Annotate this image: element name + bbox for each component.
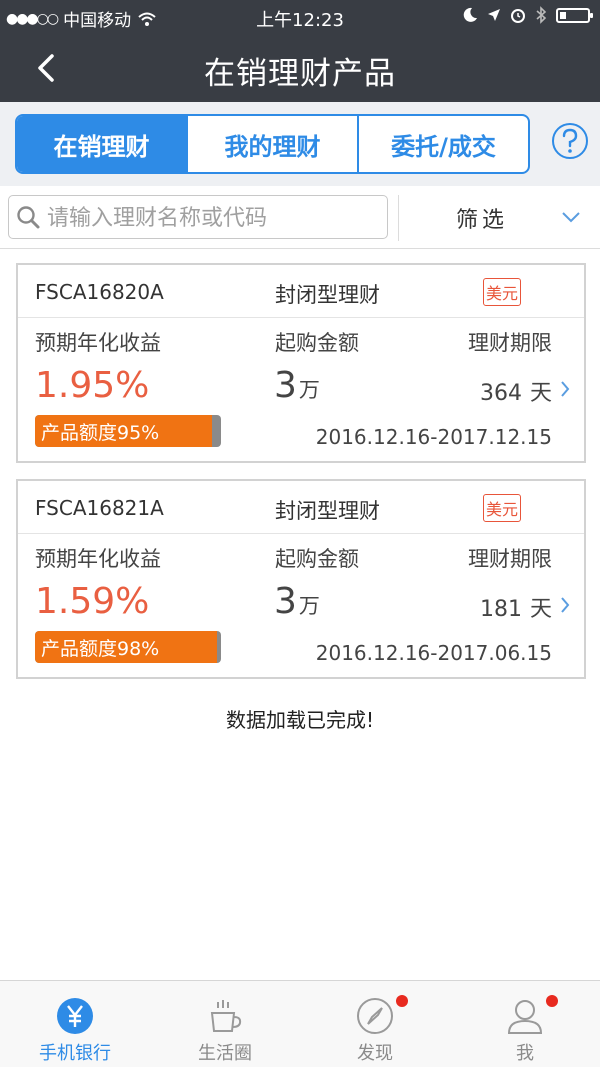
bottom-tab-bar: 手机银行 生活圈 发现 我	[0, 980, 600, 1067]
term-label: 理财期限	[468, 331, 552, 355]
term-value: 181 天	[480, 591, 552, 623]
tab-label: 我	[516, 1043, 534, 1064]
term-days: 364	[479, 381, 522, 406]
product-type: 封闭型理财	[275, 499, 380, 523]
coffee-cup-icon	[210, 1000, 242, 1032]
product-dates: 2016.12.16-2017.12.15	[315, 425, 552, 449]
compass-icon	[357, 998, 393, 1034]
tabs-row: 在销理财 我的理财 委托/成交	[0, 102, 600, 186]
tab-label: 生活圈	[198, 1043, 252, 1064]
search-input[interactable]	[45, 202, 379, 234]
quota-bar: 产品额度95%	[35, 415, 221, 447]
currency-badge: 美元	[483, 494, 522, 522]
help-icon[interactable]	[551, 122, 589, 160]
segmented-tabs: 在销理财 我的理财 委托/成交	[15, 114, 530, 174]
min-amount-unit: 万	[298, 378, 320, 402]
notification-badge	[546, 995, 558, 1007]
quota-text: 产品额度95%	[41, 422, 160, 444]
page-title: 在销理财产品	[204, 56, 396, 92]
rate-label: 预期年化收益	[35, 331, 161, 355]
search-row: 筛选	[0, 186, 600, 249]
tab-label: 手机银行	[39, 1043, 111, 1064]
tab-my-wealth[interactable]: 我的理财	[186, 116, 357, 172]
tab-discover[interactable]: 发现	[300, 981, 450, 1067]
location-arrow-icon	[488, 9, 500, 21]
load-status-text: 数据加载已完成!	[225, 708, 375, 732]
min-amount-value: 3	[274, 581, 297, 622]
amount-label: 起购金额	[275, 331, 359, 355]
divider	[398, 195, 399, 241]
expected-rate: 1.95%	[35, 365, 150, 406]
tab-mobile-banking[interactable]: 手机银行	[0, 981, 150, 1067]
product-type: 封闭型理财	[275, 283, 380, 307]
search-box[interactable]	[8, 195, 388, 239]
tab-label: 发现	[357, 1043, 393, 1064]
expected-rate: 1.59%	[35, 581, 150, 622]
status-right	[462, 6, 593, 24]
bluetooth-icon	[536, 6, 547, 24]
currency-badge: 美元	[483, 278, 522, 306]
search-icon	[17, 206, 40, 229]
product-code: FSCA16820A	[35, 280, 164, 304]
chevron-down-icon[interactable]	[560, 210, 582, 224]
min-amount-unit: 万	[298, 594, 320, 618]
moon-icon	[463, 7, 477, 22]
product-card[interactable]: FSCA16821A 封闭型理财 美元 预期年化收益 起购金额 理财期限 1.5…	[16, 479, 586, 679]
product-card[interactable]: FSCA16820A 封闭型理财 美元 预期年化收益 起购金额 理财期限 1.9…	[16, 263, 586, 463]
term-unit: 天	[529, 597, 552, 622]
term-value: 364 天	[480, 375, 552, 407]
amount-label: 起购金额	[275, 547, 359, 571]
min-amount-value: 3	[274, 365, 297, 406]
quota-text: 产品额度98%	[41, 638, 160, 660]
rate-label: 预期年化收益	[35, 547, 161, 571]
term-days: 181	[479, 597, 522, 622]
chevron-right-icon[interactable]	[560, 379, 570, 399]
nav-bar: 在销理财产品	[0, 34, 600, 102]
divider	[18, 533, 584, 534]
tab-orders[interactable]: 委托/成交	[357, 116, 528, 172]
quota-bar: 产品额度98%	[35, 631, 221, 663]
yuan-icon	[57, 998, 93, 1034]
tab-me[interactable]: 我	[450, 981, 600, 1067]
user-icon	[507, 1000, 543, 1034]
product-dates: 2016.12.16-2017.06.15	[315, 641, 552, 665]
term-label: 理财期限	[468, 547, 552, 571]
chevron-right-icon[interactable]	[560, 595, 570, 615]
divider	[18, 317, 584, 318]
battery-icon	[556, 7, 593, 23]
tab-life-circle[interactable]: 生活圈	[150, 981, 300, 1067]
notification-badge	[396, 995, 408, 1007]
term-unit: 天	[529, 381, 552, 406]
tab-on-sale[interactable]: 在销理财	[17, 116, 186, 172]
min-amount: 3万	[274, 581, 320, 622]
status-bar: ●●●○○ 中国移动 上午12:23	[0, 0, 600, 34]
filter-button[interactable]: 筛选	[456, 202, 508, 234]
alarm-icon	[511, 9, 525, 23]
product-code: FSCA16821A	[35, 496, 164, 520]
min-amount: 3万	[274, 365, 320, 406]
